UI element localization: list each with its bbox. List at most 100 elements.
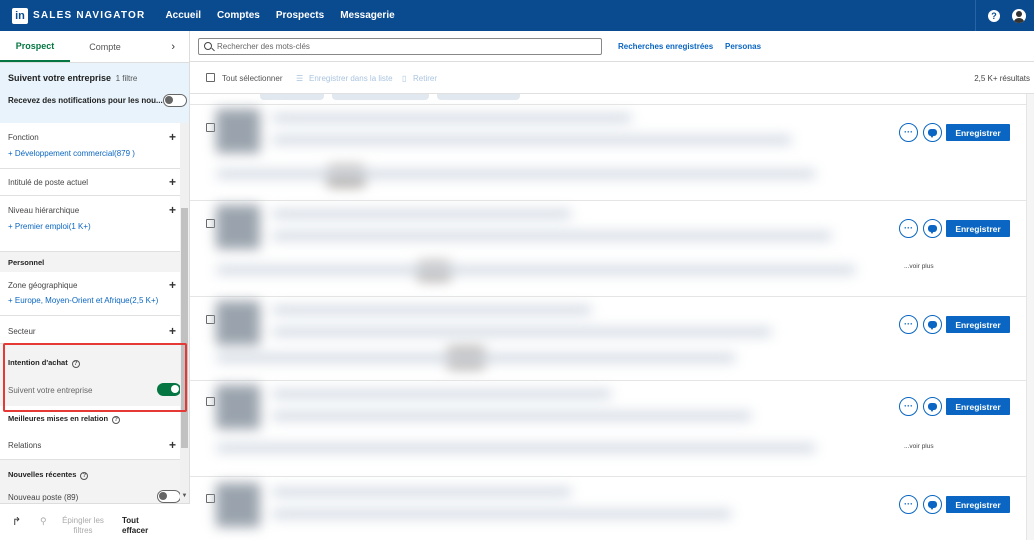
result-checkbox[interactable] xyxy=(206,494,215,503)
filter-label: Zone géographique xyxy=(8,281,78,290)
filter-chip-premier-emploi[interactable]: + Premier emploi(1 K+) xyxy=(8,222,91,231)
see-more-link[interactable]: ...voir plus xyxy=(904,263,934,270)
pin-filters-button[interactable]: Épingler les filtres xyxy=(58,516,108,536)
more-options-button[interactable]: ··· xyxy=(899,219,918,238)
list-icon: ☰ xyxy=(296,74,304,83)
section-meilleures: Meilleures mises en relation? xyxy=(0,406,180,426)
result-checkbox[interactable] xyxy=(206,397,215,406)
nav-link-messagerie[interactable]: Messagerie xyxy=(340,10,394,21)
message-button[interactable] xyxy=(923,397,942,416)
result-checkbox[interactable] xyxy=(206,315,215,324)
message-button[interactable] xyxy=(923,315,942,334)
notification-toggle[interactable] xyxy=(162,94,187,107)
more-options-button[interactable]: ··· xyxy=(899,123,918,142)
message-icon xyxy=(928,225,937,234)
info-icon[interactable]: ? xyxy=(112,416,121,424)
filter-label: Relations xyxy=(8,441,42,450)
avatar-icon[interactable] xyxy=(1012,8,1026,23)
lead-result-row[interactable]: ··· Enregistrer ...voir plus xyxy=(190,380,1034,476)
filter-label: Intitulé de poste actuel xyxy=(8,178,89,187)
section-title: Personnel xyxy=(8,258,45,267)
personas-link[interactable]: Personas xyxy=(725,42,761,51)
blurred-lead-info xyxy=(216,381,904,475)
help-icon[interactable]: ? xyxy=(988,9,1000,22)
save-lead-button[interactable]: Enregistrer xyxy=(946,124,1010,141)
notification-label: Recevez des notifications pour les nou..… xyxy=(8,96,163,105)
info-icon[interactable]: ? xyxy=(71,360,80,368)
select-all-label[interactable]: Tout sélectionner xyxy=(222,74,282,83)
tab-prospect[interactable]: Prospect xyxy=(0,31,70,62)
result-checkbox[interactable] xyxy=(206,219,215,228)
toggle-knob xyxy=(159,492,167,500)
filter-chip-developpement[interactable]: + Développement commercial(879 ) xyxy=(8,149,135,158)
filter-suivent[interactable]: Suivent votre entreprise xyxy=(0,374,180,406)
select-all-checkbox[interactable] xyxy=(206,73,215,82)
remove-button[interactable]: Retirer xyxy=(413,74,437,83)
nav-link-comptes[interactable]: Comptes xyxy=(217,10,260,21)
filter-label: Niveau hiérarchique xyxy=(8,206,80,215)
filter-niveau[interactable]: Niveau hiérarchique + + Premier emploi(1… xyxy=(0,196,180,252)
nouveau-poste-toggle[interactable] xyxy=(157,490,180,503)
filter-zone[interactable]: Zone géographique + + Europe, Moyen-Orie… xyxy=(0,272,180,316)
search-box[interactable] xyxy=(198,38,602,55)
message-button[interactable] xyxy=(923,495,942,514)
results-scrollbar[interactable] xyxy=(1026,94,1034,540)
filter-label: Suivent votre entreprise xyxy=(8,386,93,395)
filter-chip-emea[interactable]: + Europe, Moyen-Orient et Afrique(2,5 K+… xyxy=(8,296,158,305)
filter-intitule[interactable]: Intitulé de poste actuel + xyxy=(0,169,180,196)
blurred-lead-info xyxy=(216,201,904,295)
save-lead-button[interactable]: Enregistrer xyxy=(946,398,1010,415)
add-filter-icon[interactable]: + xyxy=(169,204,176,216)
suivent-entreprise-toggle[interactable] xyxy=(157,383,180,396)
blurred-lead-info xyxy=(216,105,904,199)
add-filter-icon[interactable]: + xyxy=(169,131,176,143)
see-more-link[interactable]: ...voir plus xyxy=(904,443,934,450)
scrollbar-thumb[interactable] xyxy=(181,208,188,448)
filter-secteur[interactable]: Secteur + xyxy=(0,316,180,344)
filter-nouveau-poste[interactable]: Nouveau poste (89) xyxy=(0,480,180,503)
save-lead-button[interactable]: Enregistrer xyxy=(946,220,1010,237)
clear-all-button[interactable]: Tout effacer xyxy=(122,516,158,536)
more-options-button[interactable]: ··· xyxy=(899,397,918,416)
result-checkbox[interactable] xyxy=(206,123,215,132)
linkedin-logo-icon: in xyxy=(12,7,28,24)
message-icon xyxy=(928,321,937,330)
nav-right: ? xyxy=(975,0,1034,31)
save-lead-button[interactable]: Enregistrer xyxy=(946,316,1010,333)
lead-result-row[interactable]: ··· Enregistrer ...voir plus xyxy=(190,200,1034,296)
save-to-list-button[interactable]: Enregistrer dans la liste xyxy=(309,74,393,83)
filter-label: Nouveau poste (89) xyxy=(8,493,79,502)
add-filter-icon[interactable]: + xyxy=(169,439,176,451)
filter-fonction[interactable]: Fonction + + Développement commercial(87… xyxy=(0,123,180,169)
tab-compte[interactable]: Compte xyxy=(70,31,140,62)
save-lead-button[interactable]: Enregistrer xyxy=(946,496,1010,513)
message-button[interactable] xyxy=(923,219,942,238)
search-input[interactable] xyxy=(217,40,597,53)
sales-navigator-logo[interactable]: in SALES NAVIGATOR xyxy=(12,7,145,24)
notification-row: Recevez des notifications pour les nou..… xyxy=(8,94,187,107)
saved-searches-link[interactable]: Recherches enregistrées xyxy=(618,42,713,51)
pin-icon: ⚲ xyxy=(40,516,47,526)
add-filter-icon[interactable]: + xyxy=(169,279,176,291)
lead-result-row[interactable]: ··· Enregistrer xyxy=(190,104,1034,200)
filter-sidebar: Prospect Compte › Suivent votre entrepri… xyxy=(0,31,190,540)
add-filter-icon[interactable]: + xyxy=(169,176,176,188)
more-options-button[interactable]: ··· xyxy=(899,315,918,334)
nav-link-prospects[interactable]: Prospects xyxy=(276,10,324,21)
lead-result-row[interactable]: ··· Enregistrer xyxy=(190,476,1034,540)
filter-relations[interactable]: Relations + xyxy=(0,426,180,460)
toggle-knob xyxy=(171,385,179,393)
share-icon[interactable]: ↱ xyxy=(12,515,21,528)
collapse-chevron-icon[interactable]: › xyxy=(171,41,175,53)
more-options-button[interactable]: ··· xyxy=(899,495,918,514)
message-button[interactable] xyxy=(923,123,942,142)
message-icon xyxy=(928,501,937,510)
lead-result-row[interactable]: ··· Enregistrer xyxy=(190,296,1034,380)
sidebar-scrollbar[interactable]: ▼ xyxy=(180,123,189,503)
section-title: Intention d'achat xyxy=(8,358,68,367)
nav-link-accueil[interactable]: Accueil xyxy=(165,10,201,21)
section-personnel: Personnel xyxy=(0,252,180,272)
scroll-down-icon[interactable]: ▼ xyxy=(180,493,189,499)
info-icon[interactable]: ? xyxy=(80,472,89,480)
add-filter-icon[interactable]: + xyxy=(169,325,176,337)
